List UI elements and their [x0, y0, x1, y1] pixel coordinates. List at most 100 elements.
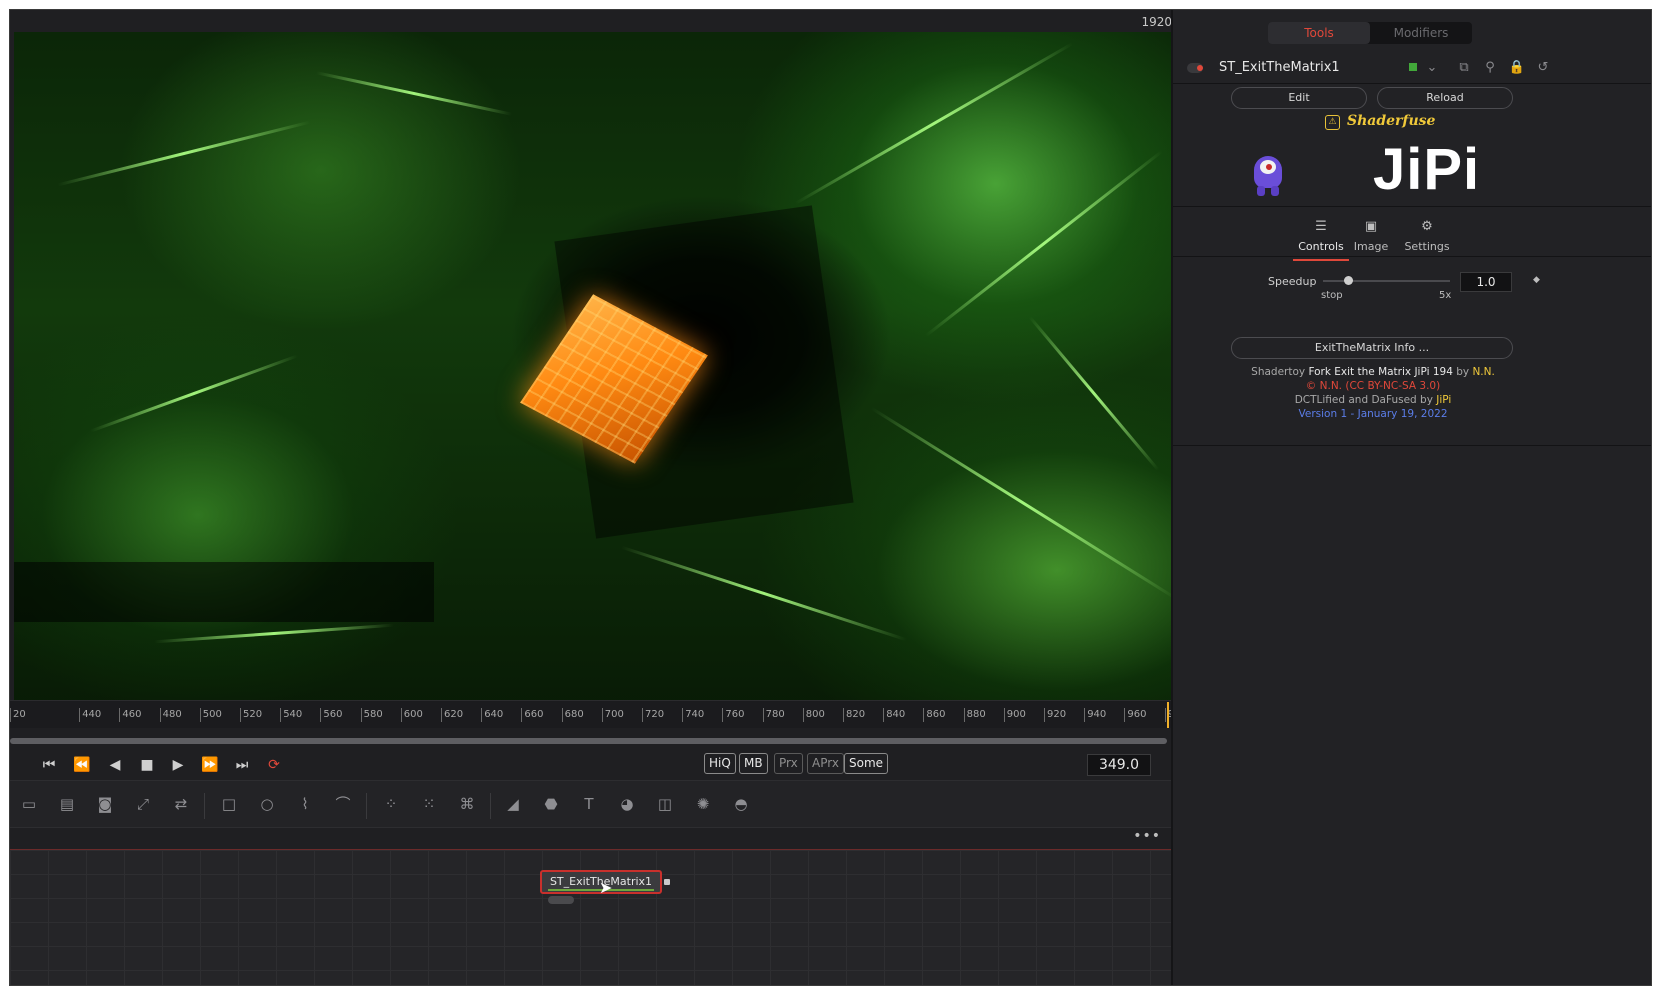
fusion-window: 1920x1080xint8 20 440 460 480 500 520 540 560 58…: [9, 9, 1652, 986]
text-3d-icon[interactable]: T: [578, 794, 600, 814]
toolbar-divider: [366, 793, 367, 819]
speedup-slider[interactable]: [1323, 280, 1450, 282]
author-link[interactable]: N.N.: [1472, 366, 1494, 378]
ruler-tick: [561, 708, 563, 722]
reset-icon[interactable]: ↺: [1534, 59, 1552, 77]
brand-logo: JiPi: [1373, 137, 1481, 202]
play-reverse-button[interactable]: ◀: [102, 753, 128, 777]
viewer-header: 1920x1080xint8: [10, 10, 1240, 32]
resize-tool-icon[interactable]: ⤢: [132, 794, 154, 814]
bspline-mask-icon[interactable]: ⌒: [332, 794, 354, 814]
speedup-value-field[interactable]: 1.0: [1460, 272, 1512, 292]
ruler-tick: [802, 708, 804, 722]
shadertoy-link[interactable]: Fork Exit the Matrix JiPi 194: [1308, 366, 1452, 378]
ruler-tick-label: 940: [1087, 709, 1107, 720]
mb-toggle[interactable]: MB: [739, 753, 768, 774]
prx-toggle[interactable]: Prx: [774, 753, 803, 774]
go-to-end-button[interactable]: ⏭: [229, 753, 255, 777]
jipi-link[interactable]: JiPi: [1436, 394, 1451, 406]
flow-header: •••: [10, 828, 1171, 850]
ruler-tick: [1124, 708, 1126, 722]
some-toggle[interactable]: Some: [844, 753, 889, 774]
merge-tool-icon[interactable]: ▤: [56, 794, 78, 814]
stop-button[interactable]: ■: [134, 753, 160, 777]
particle-emitter-icon[interactable]: ⁘: [380, 794, 402, 814]
image-plane-3d-icon[interactable]: ◢: [502, 794, 524, 814]
inspector-page-tabs: ☰ Controls ▣ Image ⚙ Settings: [1173, 213, 1651, 265]
tool-enable-toggle[interactable]: [1187, 63, 1203, 73]
tool-color-swatch[interactable]: [1409, 63, 1417, 71]
ruler-tick-label: 560: [323, 709, 343, 720]
time-scrubber[interactable]: [10, 738, 1167, 744]
speedup-max-label: 5x: [1439, 290, 1452, 301]
step-back-button[interactable]: ⏪: [69, 753, 95, 777]
info-button[interactable]: ExitTheMatrix Info ...: [1231, 337, 1513, 359]
tab-modifiers[interactable]: Modifiers: [1370, 22, 1472, 44]
play-button[interactable]: ▶: [165, 753, 191, 777]
shaderfuse-label: Shaderfuse: [1347, 113, 1436, 129]
image-icon: ▣: [1364, 219, 1378, 234]
versions-icon[interactable]: ⧉: [1455, 59, 1473, 77]
playhead[interactable]: [1167, 702, 1169, 728]
tab-tools[interactable]: Tools: [1268, 22, 1370, 44]
keyframe-icon[interactable]: ◆: [1533, 275, 1540, 285]
spotlight-icon[interactable]: ✺: [692, 794, 714, 814]
aprx-toggle[interactable]: APrx: [807, 753, 844, 774]
node-output-port[interactable]: [664, 879, 670, 885]
particle-style-icon[interactable]: ⌘: [456, 794, 478, 814]
ruler-tick: [79, 708, 81, 722]
speedup-label: Speedup: [1268, 275, 1317, 288]
hiq-toggle[interactable]: HiQ: [704, 753, 736, 774]
ruler-tick: [400, 708, 402, 722]
ruler-tick: [280, 708, 282, 722]
viewer-image[interactable]: [14, 32, 1241, 722]
go-to-start-button[interactable]: ⏮: [36, 753, 62, 777]
node-input-ports[interactable]: [548, 896, 574, 904]
ruler-tick-label: 20: [13, 709, 26, 720]
pin-icon[interactable]: ⚲: [1481, 59, 1499, 77]
tool-name-label: ST_ExitTheMatrix1: [1219, 60, 1340, 75]
ruler-tick: [441, 708, 442, 722]
particle-render-icon[interactable]: ⁙: [418, 794, 440, 814]
background-tool-icon[interactable]: ▭: [18, 794, 40, 814]
reload-button[interactable]: Reload: [1377, 87, 1513, 109]
ruler-tick: [320, 708, 322, 722]
chevron-down-icon[interactable]: ⌄: [1423, 59, 1441, 77]
loop-icon[interactable]: ⟳: [261, 753, 287, 777]
renderer-3d-icon[interactable]: ◓: [730, 794, 752, 814]
credit-line: Shadertoy Fork Exit the Matrix JiPi 194 …: [1251, 366, 1495, 378]
lock-icon[interactable]: 🔒: [1508, 59, 1526, 77]
render-streak: [924, 149, 1164, 338]
ruler-tick-label: 960: [1127, 709, 1147, 720]
render-streak: [57, 120, 311, 187]
divider: [1173, 83, 1651, 84]
transform-tool-icon[interactable]: ⇄: [170, 794, 192, 814]
flow-node-editor[interactable]: ST_ExitTheMatrix1 ➤: [10, 850, 1171, 985]
time-ruler[interactable]: 20 440 460 480 500 520 540 560 580 600 620 640 660 68…: [10, 700, 1187, 728]
credit-line: DCTLified and DaFused by JiPi: [1294, 394, 1452, 406]
ruler-tick-label: 440: [82, 709, 102, 720]
ruler-tick: [601, 708, 603, 722]
shape-3d-icon[interactable]: ◫: [654, 794, 676, 814]
ruler-tick: [963, 708, 965, 722]
polygon-mask-icon[interactable]: ⌇: [294, 794, 316, 814]
ruler-tick: [159, 708, 161, 722]
current-frame-field[interactable]: 349.0: [1087, 754, 1151, 776]
ruler-tick: [883, 708, 885, 722]
ellipse-mask-icon[interactable]: ○: [256, 794, 278, 814]
render-streak: [1028, 315, 1160, 472]
speedup-slider-handle[interactable]: [1344, 276, 1354, 285]
license-line: © N.N. (CC BY-NC-SA 3.0): [1305, 380, 1441, 392]
speedup-min-label: stop: [1321, 290, 1343, 301]
ruler-tick: [521, 708, 523, 722]
ruler-tick-label: 540: [283, 709, 303, 720]
ruler-tick-label: 740: [685, 709, 705, 720]
merge-3d-icon[interactable]: ⬣: [540, 794, 562, 814]
more-options-icon[interactable]: •••: [1133, 828, 1161, 844]
active-tab-indicator: [1293, 259, 1349, 261]
color-corrector-tool-icon[interactable]: ◙: [94, 794, 116, 814]
edit-button[interactable]: Edit: [1231, 87, 1367, 109]
camera-3d-icon[interactable]: ◕: [616, 794, 638, 814]
fast-forward-button[interactable]: ⏩: [197, 753, 223, 777]
rectangle-mask-icon[interactable]: □: [218, 794, 240, 814]
